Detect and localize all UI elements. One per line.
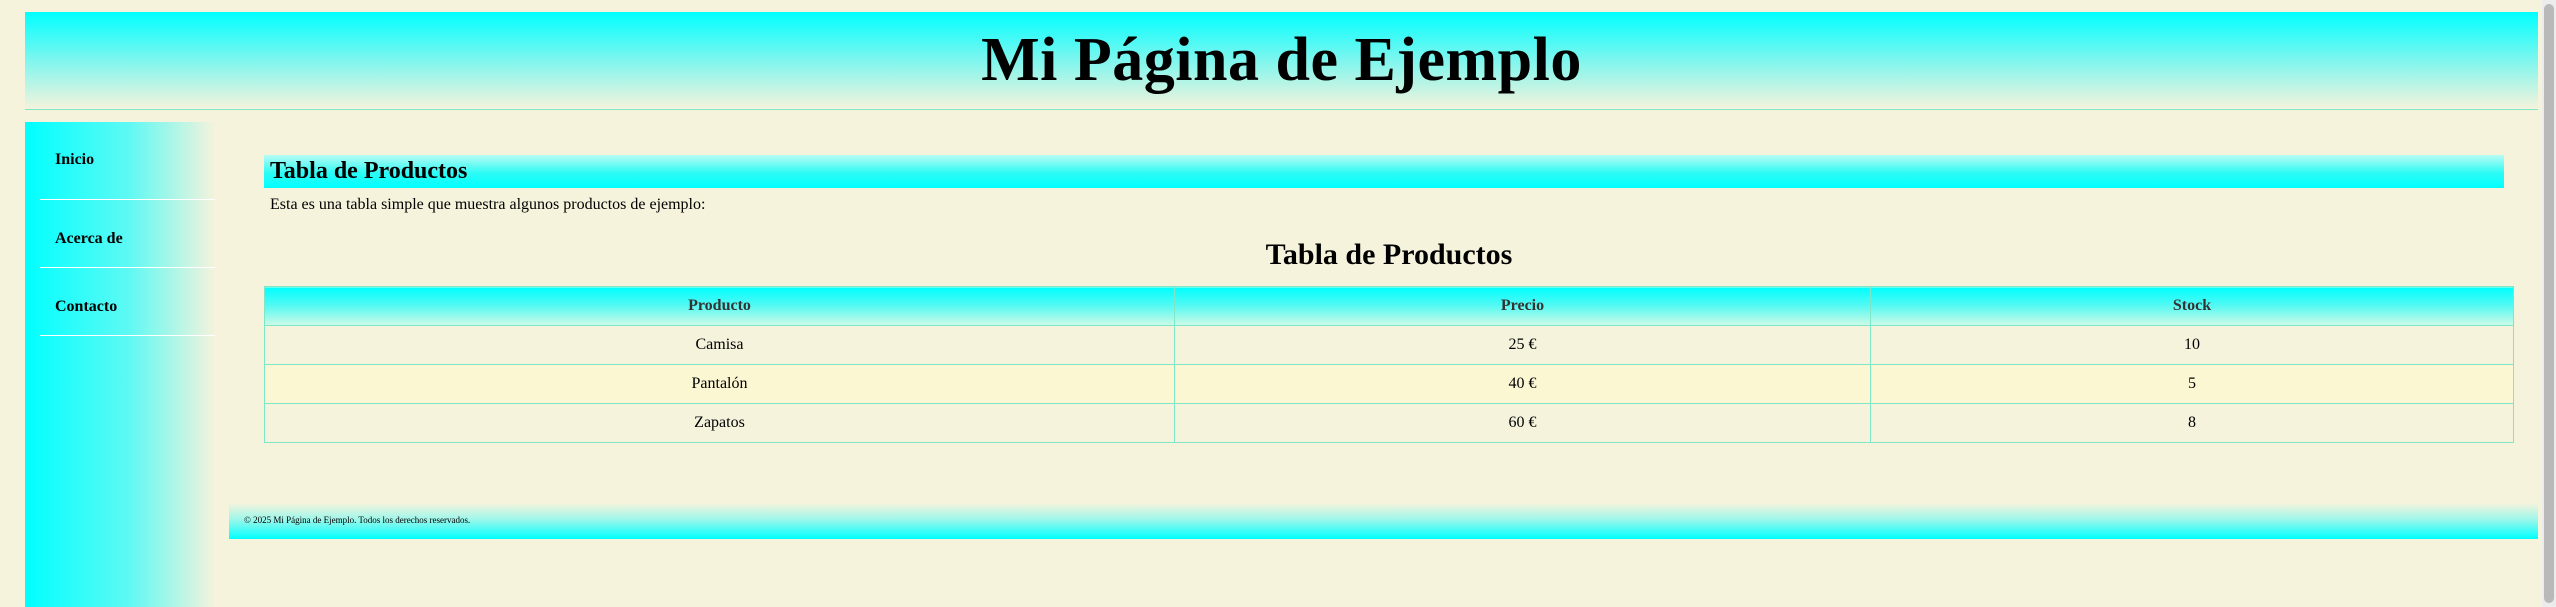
table-cell-precio: 25 € — [1174, 325, 1871, 365]
table-row: Zapatos 60 € 8 — [264, 403, 2514, 443]
table-cell-producto: Zapatos — [264, 403, 1175, 443]
table-cell-stock: 8 — [1870, 403, 2514, 443]
scrollbar-thumb[interactable] — [2544, 4, 2554, 603]
table-cell-precio: 60 € — [1174, 403, 1871, 443]
column-header-stock: Stock — [1870, 286, 2514, 326]
page: Mi Página de Ejemplo Inicio Acerca de Co… — [0, 0, 2556, 607]
main-content: Tabla de Productos Esta es una tabla sim… — [264, 155, 2514, 443]
page-footer: © 2025 Mi Página de Ejemplo. Todos los d… — [229, 503, 2538, 539]
column-header-precio: Precio — [1174, 286, 1871, 326]
sidebar-item-inicio[interactable]: Inicio — [40, 138, 215, 200]
vertical-scrollbar[interactable] — [2542, 0, 2556, 607]
section-description: Esta es una tabla simple que muestra alg… — [270, 196, 706, 213]
table-cell-producto: Camisa — [264, 325, 1175, 365]
sidebar-nav: Inicio Acerca de Contacto — [25, 122, 215, 607]
column-header-producto: Producto — [264, 286, 1175, 326]
page-header: Mi Página de Ejemplo — [25, 12, 2538, 110]
page-title: Mi Página de Ejemplo — [981, 26, 1582, 94]
sidebar-menu: Inicio Acerca de Contacto — [25, 122, 215, 336]
table-cell-producto: Pantalón — [264, 364, 1175, 404]
products-table: Producto Precio Stock Camisa 25 € 10 Pan… — [264, 286, 2514, 443]
footer-copyright: © 2025 Mi Página de Ejemplo. Todos los d… — [244, 515, 471, 525]
table-header-row: Producto Precio Stock — [264, 286, 2514, 326]
sidebar-item-acerca-de[interactable]: Acerca de — [40, 200, 215, 268]
sidebar-item-contacto[interactable]: Contacto — [40, 268, 215, 336]
table-row: Camisa 25 € 10 — [264, 325, 2514, 365]
table-row: Pantalón 40 € 5 — [264, 364, 2514, 404]
table-cell-stock: 10 — [1870, 325, 2514, 365]
section-title: Tabla de Productos — [264, 155, 2504, 188]
table-cell-stock: 5 — [1870, 364, 2514, 404]
table-cell-precio: 40 € — [1174, 364, 1871, 404]
table-caption: Tabla de Productos — [1265, 238, 1513, 271]
